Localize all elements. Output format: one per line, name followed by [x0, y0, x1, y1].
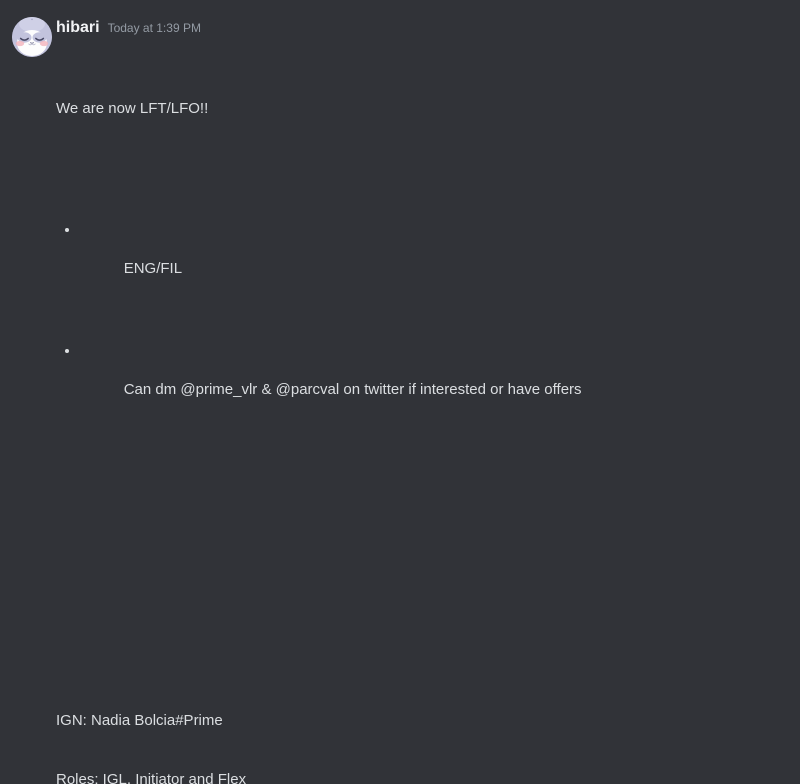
- list-item-label: Can dm @prime_vlr & @parcval on twitter …: [123, 380, 582, 398]
- list-item: Can dm @prime_vlr & @parcval on twitter …: [56, 341, 788, 419]
- bullet-list: ENG/FIL Can dm @prime_vlr & @parcval on …: [56, 177, 788, 458]
- chat-message: hibari Today at 1:39 PM We are now LFT/L…: [0, 0, 800, 784]
- list-item: ENG/FIL: [56, 220, 788, 298]
- message-timestamp: Today at 1:39 PM: [107, 21, 201, 35]
- headline: We are now LFT/LFO!!: [56, 99, 209, 117]
- sleepy-sloth-avatar-icon: [12, 17, 52, 57]
- message-content: We are now LFT/LFO!! ENG/FIL Can dm @pri…: [56, 40, 788, 784]
- avatar[interactable]: [12, 17, 52, 57]
- bullet-dot-icon: [65, 227, 69, 232]
- message-author[interactable]: hibari: [56, 17, 100, 39]
- bullet-dot-icon: [65, 348, 69, 353]
- player-ign: IGN: Nadia Bolcia#Prime: [56, 712, 223, 729]
- message-header: hibari Today at 1:39 PM: [56, 17, 788, 39]
- list-item-label: ENG/FIL: [123, 259, 183, 277]
- player-roles: Roles: IGL, Initiator and Flex: [56, 770, 247, 784]
- player-block: IGN: Nadia Bolcia#Prime Roles: IGL, Init…: [56, 672, 788, 784]
- message-body: hibari Today at 1:39 PM We are now LFT/L…: [56, 17, 788, 784]
